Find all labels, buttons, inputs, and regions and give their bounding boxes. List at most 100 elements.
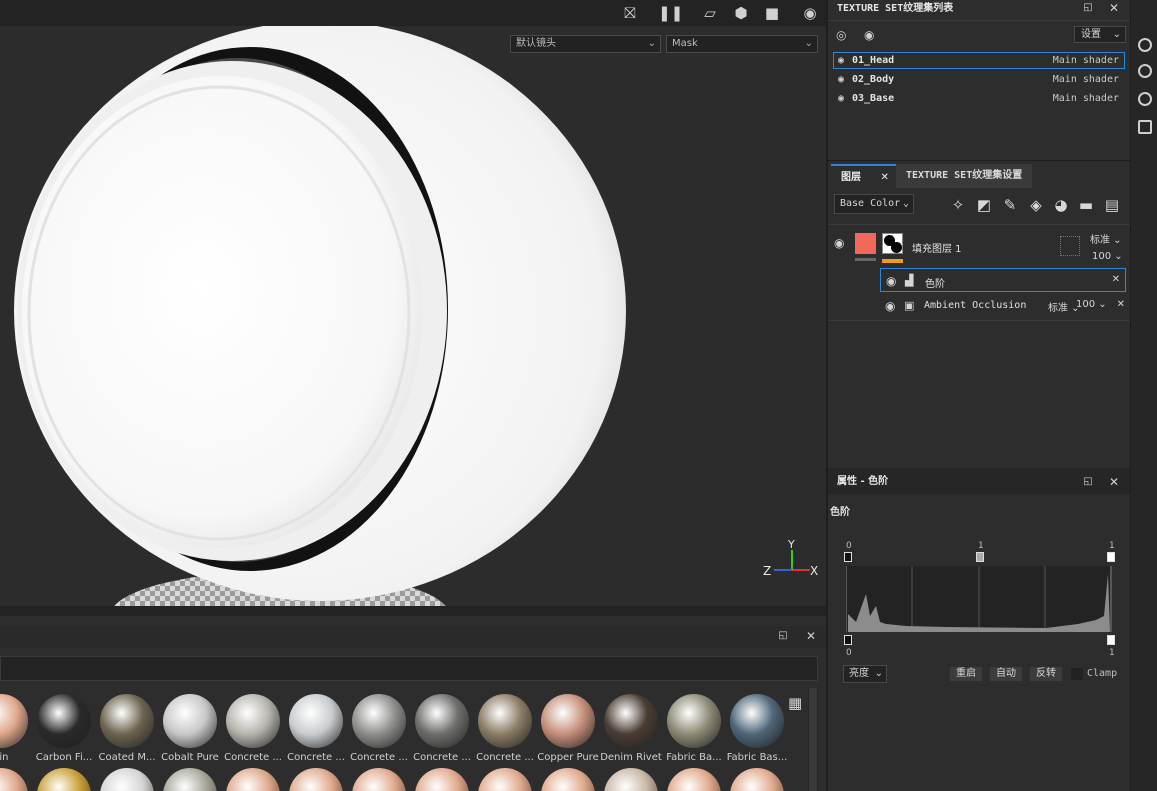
material-thumbnail[interactable] bbox=[96, 768, 158, 791]
material-thumbnail[interactable] bbox=[222, 768, 284, 791]
material-thumbnail[interactable]: Fabric Bas... bbox=[726, 694, 788, 763]
invert-button[interactable]: 反转 bbox=[1030, 667, 1062, 681]
effect-opacity[interactable]: 100 ⌄ bbox=[1076, 299, 1107, 310]
material-label: Fabric Bas... bbox=[726, 752, 788, 763]
histogram bbox=[846, 566, 1112, 632]
channel-dropdown[interactable]: Base Color ⌄ bbox=[834, 194, 914, 214]
log-icon[interactable] bbox=[1138, 120, 1152, 134]
trash-icon[interactable]: ▤ bbox=[1102, 196, 1122, 214]
material-thumbnail[interactable] bbox=[726, 768, 788, 791]
smart-material-icon[interactable]: ◕ bbox=[1051, 196, 1071, 214]
effect-row[interactable]: ◉ ▣ Ambient Occlusion 标准 ⌄ 100 ⌄ ✕ bbox=[880, 294, 1130, 318]
material-thumbnail[interactable] bbox=[33, 768, 95, 791]
camera-icon[interactable]: ■ bbox=[760, 2, 784, 24]
material-thumbnail[interactable] bbox=[285, 768, 347, 791]
shelf-search-bar[interactable] bbox=[0, 656, 818, 681]
input-mid-handle[interactable] bbox=[976, 552, 984, 562]
cube-icon[interactable]: ⬢ bbox=[729, 2, 753, 24]
eye-icon[interactable]: ◉ bbox=[838, 91, 844, 106]
grid-view-icon[interactable]: ▦ bbox=[788, 694, 802, 712]
input-high-handle[interactable] bbox=[1107, 552, 1115, 562]
folder-icon[interactable]: ▬ bbox=[1076, 196, 1096, 214]
chevron-down-icon: ⌄ bbox=[1112, 29, 1121, 40]
input-low-handle[interactable] bbox=[844, 552, 852, 562]
eye-icon[interactable]: ◉ bbox=[885, 299, 895, 313]
viewport-render bbox=[14, 26, 626, 606]
camera-select[interactable]: 默认镜头 ⌄ bbox=[510, 35, 661, 53]
material-label: Concrete ... bbox=[224, 752, 282, 763]
float-icon[interactable]: ◱ bbox=[1080, 2, 1096, 13]
output-low-handle[interactable] bbox=[844, 635, 852, 645]
eye-icon[interactable]: ◉ bbox=[886, 274, 896, 288]
eye-icon[interactable]: ◉ bbox=[834, 236, 844, 250]
display-icon[interactable] bbox=[1138, 64, 1152, 78]
fill-layer-blend[interactable]: 标准 ⌄ bbox=[1090, 231, 1122, 246]
material-thumbnail[interactable]: Concrete ... bbox=[348, 694, 410, 763]
effect-row[interactable]: ◉ ▟ 色阶 ✕ bbox=[880, 268, 1126, 292]
material-thumbnail[interactable]: Concrete ... bbox=[285, 694, 347, 763]
projection-icon[interactable]: ▱ bbox=[698, 2, 722, 24]
scrollbar-thumb[interactable] bbox=[809, 688, 817, 791]
material-thumbnail[interactable]: Cobalt Pure bbox=[159, 694, 221, 763]
history-icon[interactable] bbox=[1138, 92, 1152, 106]
pause-icon[interactable]: ❚❚ bbox=[658, 2, 683, 24]
effect-blend[interactable]: 标准 ⌄ bbox=[1048, 299, 1080, 314]
material-thumbnail[interactable]: Denim Rivet bbox=[600, 694, 662, 763]
fill-bucket-icon[interactable]: ◈ bbox=[1026, 196, 1046, 214]
fill-layer-opacity[interactable]: 100 ⌄ bbox=[1092, 251, 1123, 262]
clamp-checkbox[interactable] bbox=[1071, 668, 1083, 680]
material-thumbnail[interactable] bbox=[348, 768, 410, 791]
material-label: Coated M... bbox=[98, 752, 156, 763]
reset-button[interactable]: 重启 bbox=[950, 667, 982, 681]
material-thumbnail[interactable] bbox=[663, 768, 725, 791]
material-thumbnail[interactable]: Concrete ... bbox=[474, 694, 536, 763]
close-icon[interactable]: ✕ bbox=[1106, 1, 1122, 15]
screenshot-icon[interactable]: ◉ bbox=[798, 2, 822, 24]
float-icon[interactable]: ◱ bbox=[1080, 476, 1096, 487]
channel-select[interactable]: Mask ⌄ bbox=[666, 35, 818, 53]
settings-dropdown[interactable]: 设置 ⌄ bbox=[1074, 26, 1126, 43]
close-icon[interactable]: ✕ bbox=[1106, 475, 1122, 489]
material-thumbnail[interactable]: Fabric Ba... bbox=[663, 694, 725, 763]
tab-texture-set-settings[interactable]: TEXTURE SET纹理集设置 bbox=[896, 164, 1033, 188]
material-thumbnail[interactable]: Copper Pure bbox=[537, 694, 599, 763]
magic-wand-icon[interactable]: ✧ bbox=[948, 196, 968, 214]
auto-button[interactable]: 自动 bbox=[990, 667, 1022, 681]
output-high-handle[interactable] bbox=[1107, 635, 1115, 645]
settings-icon[interactable] bbox=[1138, 38, 1152, 52]
material-thumbnail[interactable] bbox=[474, 768, 536, 791]
fill-layer-name[interactable]: 填充图层 1 bbox=[912, 240, 962, 255]
close-icon[interactable]: ✕ bbox=[880, 172, 888, 183]
eye-icon[interactable]: ◉ bbox=[838, 53, 844, 68]
float-icon[interactable]: ◱ bbox=[775, 630, 791, 641]
material-thumbnail[interactable]: kin bbox=[0, 694, 32, 763]
visibility-toggle-icon[interactable]: ◎ bbox=[836, 28, 846, 42]
material-thumbnail[interactable]: Concrete ... bbox=[222, 694, 284, 763]
hide-icon[interactable]: ⛝ bbox=[618, 2, 642, 24]
fill-layer-row[interactable]: ◉ 填充图层 1 标准 ⌄ 100 ⌄ bbox=[828, 226, 1132, 266]
close-icon[interactable]: ✕ bbox=[803, 629, 819, 643]
material-thumbnail[interactable]: Concrete ... bbox=[411, 694, 473, 763]
eye-icon[interactable]: ◉ bbox=[838, 72, 844, 87]
material-thumbnail[interactable] bbox=[411, 768, 473, 791]
close-icon[interactable]: ✕ bbox=[1112, 274, 1120, 285]
material-thumbnail[interactable] bbox=[0, 768, 32, 791]
mask-icon[interactable]: ◩ bbox=[974, 196, 994, 214]
viewport-3d[interactable]: 默认镜头 ⌄ Mask ⌄ Y Z X bbox=[0, 26, 826, 606]
material-thumbnail[interactable] bbox=[600, 768, 662, 791]
texture-set-row[interactable]: ◉ 02_Body Main shader bbox=[833, 71, 1125, 88]
shelf-scrollbar[interactable] bbox=[808, 688, 818, 791]
material-thumbnail[interactable] bbox=[537, 768, 599, 791]
tab-layers[interactable]: 图层 ✕ bbox=[831, 164, 899, 188]
material-thumbnail[interactable]: Carbon Fi... bbox=[33, 694, 95, 763]
mask-thumbnail[interactable] bbox=[882, 233, 903, 254]
close-icon[interactable]: ✕ bbox=[1117, 299, 1125, 310]
brush-icon[interactable]: ✎ bbox=[1000, 196, 1020, 214]
texture-set-row[interactable]: ◉ 03_Base Main shader bbox=[833, 90, 1125, 107]
levels-mode-dropdown[interactable]: 亮度 ⌄ bbox=[843, 665, 887, 683]
app-window: ⛝ ❚❚ ▱ ⬢ ■ ◉ 默认镜头 ⌄ Mask ⌄ Y Z X ◱ ✕ ▦ i… bbox=[0, 0, 1157, 791]
material-thumbnail[interactable] bbox=[159, 768, 221, 791]
eye-icon[interactable]: ◉ bbox=[864, 28, 874, 42]
texture-set-row[interactable]: ◉ 01_Head Main shader bbox=[833, 52, 1125, 69]
material-thumbnail[interactable]: Coated M... bbox=[96, 694, 158, 763]
